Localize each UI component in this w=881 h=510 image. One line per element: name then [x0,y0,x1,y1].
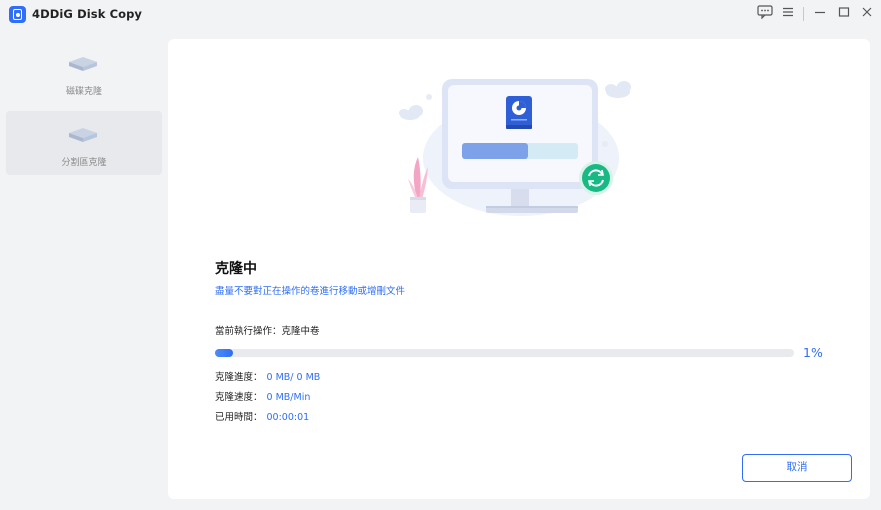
disk-icon [66,53,100,77]
stat-label: 已用時間： [215,412,263,423]
titlebar-divider [803,7,804,21]
close-icon[interactable] [858,5,876,23]
current-operation: 當前執行操作：克隆中卷 [215,323,320,337]
title-bar: 4DDiG Disk Copy [0,0,881,30]
clone-speed: 克隆速度： 0 MB/Min [215,389,310,403]
main-panel: 克隆中 盡量不要對正在操作的卷進行移動或增刪文件 當前執行操作：克隆中卷 1% … [168,39,870,499]
elapsed-time: 已用時間： 00:00:01 [215,409,309,423]
current-operation-label: 當前執行操作： [215,326,282,337]
cloning-illustration [396,73,646,227]
stat-value: 0 MB/Min [266,392,311,403]
progress-bar [215,349,794,357]
app-logo-icon [9,6,26,23]
page-title: 克隆中 [215,261,257,277]
stat-label: 克隆進度： [215,372,263,383]
stat-label: 克隆速度： [215,392,263,403]
sidebar-item-label: 磁碟克隆 [65,87,102,97]
sync-badge-icon [579,161,613,195]
minimize-icon[interactable] [811,5,829,23]
stat-value: 0 MB/ 0 MB [266,372,321,383]
sidebar-item-disk-clone[interactable]: 磁碟克隆 [6,40,162,104]
disk-icon [66,124,100,148]
sidebar-item-partition-clone[interactable]: 分割區克隆 [6,111,162,175]
progress-percent: 1% [803,345,823,360]
menu-icon[interactable] [779,5,797,23]
maximize-icon[interactable] [835,5,853,23]
cancel-button[interactable]: 取消 [742,454,852,482]
warning-text: 盡量不要對正在操作的卷進行移動或增刪文件 [215,286,406,297]
current-operation-value: 克隆中卷 [281,326,320,337]
feedback-icon[interactable] [756,5,774,23]
sidebar-item-label: 分割區克隆 [61,158,107,168]
disk-copy-app-icon [506,96,532,129]
stat-value: 00:00:01 [266,412,310,423]
progress-bar-fill [215,349,233,357]
clone-progress: 克隆進度： 0 MB/ 0 MB [215,369,320,383]
app-title: 4DDiG Disk Copy [32,7,143,21]
